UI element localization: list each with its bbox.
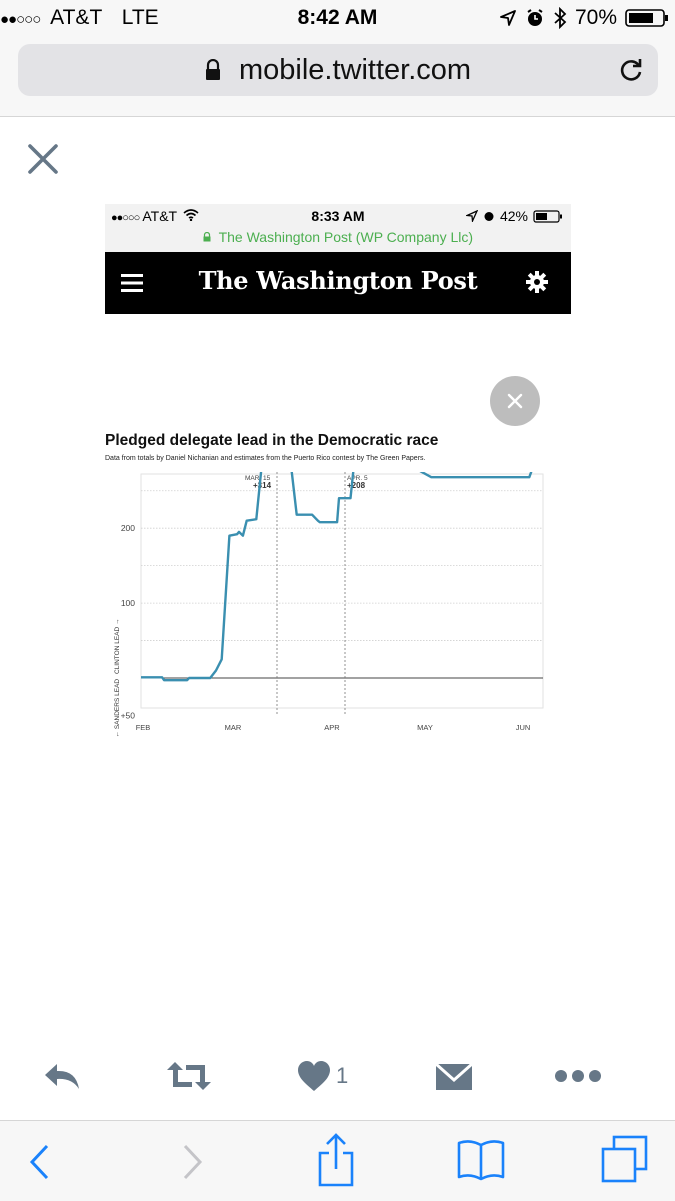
heart-icon	[298, 1061, 330, 1091]
y-tick-label: 200	[121, 523, 135, 533]
series-line	[141, 472, 533, 682]
battery-icon	[625, 9, 668, 27]
bookmarks-icon[interactable]	[456, 1137, 506, 1181]
address-text-row: mobile.twitter.com	[18, 54, 658, 87]
forward-chevron-icon[interactable]	[180, 1143, 204, 1181]
retweet-button[interactable]	[164, 1056, 214, 1096]
embedded-site-url-text: The Washington Post (WP Company Llc)	[218, 229, 474, 245]
embedded-alarm-icon	[484, 212, 494, 221]
y-axis-label-sanders: ← SANDERS LEAD	[114, 679, 121, 738]
reply-icon	[45, 1064, 79, 1089]
annotation-value: +314	[253, 481, 272, 490]
like-count: 1	[336, 1063, 349, 1088]
embedded-close-button	[490, 376, 540, 426]
annotation-value: +208	[347, 481, 366, 490]
chart-title: Pledged delegate lead in the Democratic …	[105, 432, 439, 449]
masthead-title: The Washington Post	[198, 266, 478, 295]
x-tick-label: APR	[324, 723, 340, 732]
y-axis-label-clinton: CLINTON LEAD →	[114, 618, 121, 674]
chart-annotations: MAR. 15+314APR. 5+208JUN. 6+289	[245, 472, 368, 716]
delegate-lead-chart: +300200100+50FEBMARAPRMAYJUN MAR. 15+314…	[114, 472, 544, 738]
more-options-button[interactable]	[554, 1056, 602, 1096]
embedded-lock-icon	[203, 231, 211, 242]
x-tick-label: MAR	[225, 723, 242, 732]
bluetooth-icon	[554, 7, 567, 29]
battery-percent: 70%	[574, 6, 617, 29]
embedded-close-icon	[507, 393, 523, 409]
x-tick-label: FEB	[136, 723, 151, 732]
retweet-icon	[167, 1062, 211, 1090]
status-bar: ●●○○○ AT&T LTE 8:42 AM 70%	[0, 0, 675, 36]
browser-toolbar	[0, 1120, 675, 1201]
embedded-location-icon	[465, 210, 478, 222]
location-arrow-icon	[500, 10, 516, 26]
embedded-status-bar: ●●○○○ AT&T 8:33 AM 42% The Washington Po…	[105, 204, 571, 252]
address-bar[interactable]: mobile.twitter.com	[18, 44, 658, 96]
x-tick-label: JUN	[516, 723, 531, 732]
y-tick-label: +50	[121, 710, 136, 720]
share-icon[interactable]	[316, 1131, 356, 1187]
embedded-battery-percent: 42%	[499, 208, 528, 224]
chart-gridlines	[140, 473, 544, 709]
embedded-site-url: The Washington Post (WP Company Llc)	[105, 229, 571, 245]
like-button[interactable]: 1	[296, 1056, 348, 1096]
close-icon[interactable]	[26, 142, 60, 176]
masthead-bar: The Washington Post	[105, 252, 571, 314]
plot-frame	[140, 473, 544, 709]
embedded-battery-icon	[533, 209, 562, 223]
more-dots-icon	[555, 1070, 601, 1082]
tabs-icon[interactable]	[600, 1135, 650, 1185]
reply-button[interactable]	[42, 1056, 82, 1096]
reload-icon[interactable]	[618, 57, 644, 83]
chart-tick-labels: +300200100+50FEBMARAPRMAYJUN	[121, 523, 531, 732]
x-tick-label: MAY	[417, 723, 433, 732]
embedded-screenshot-image: ●●○○○ AT&T 8:33 AM 42% The Washington Po…	[105, 204, 571, 810]
envelope-icon	[435, 1062, 473, 1090]
y-tick-label: 100	[121, 598, 135, 608]
gear-icon	[526, 271, 548, 293]
url-text: mobile.twitter.com	[238, 54, 472, 86]
embedded-status-right: 42%	[465, 208, 563, 224]
chart-subtitle: Data from totals by Daniel Nichanian and…	[105, 455, 426, 462]
direct-message-button[interactable]	[434, 1056, 474, 1096]
alarm-clock-icon	[527, 9, 543, 26]
lock-icon	[205, 58, 220, 80]
chart-series	[141, 472, 533, 682]
back-chevron-icon[interactable]	[28, 1143, 52, 1181]
status-right-icons: 70%	[499, 6, 669, 30]
